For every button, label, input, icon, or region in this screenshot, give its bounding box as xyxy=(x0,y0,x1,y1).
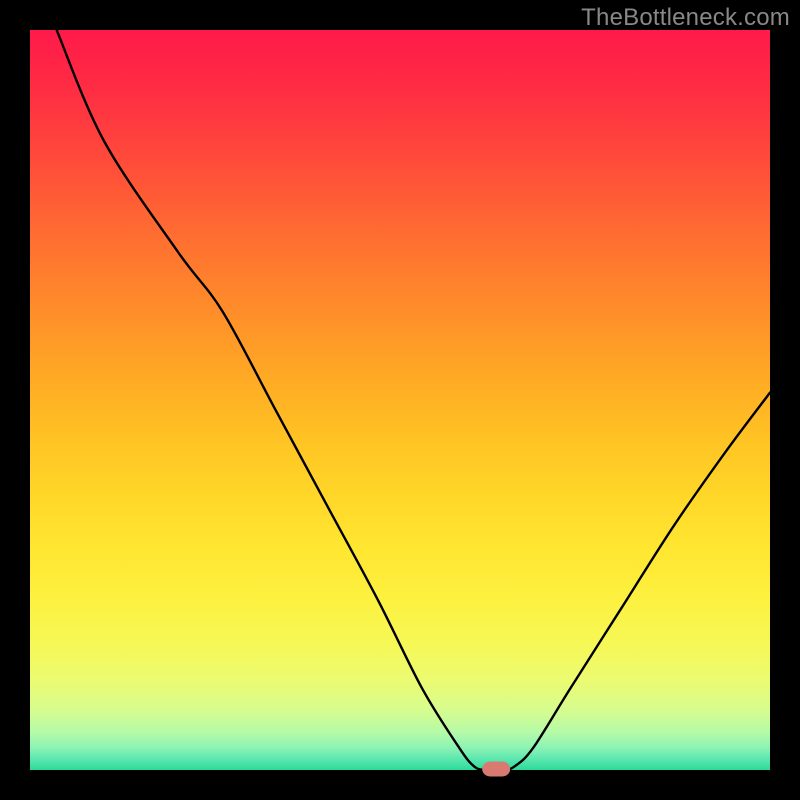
chart-root: { "watermark": "TheBottleneck.com", "cha… xyxy=(0,0,800,800)
bottleneck-chart xyxy=(0,0,800,800)
optimal-marker xyxy=(482,762,510,777)
watermark-text: TheBottleneck.com xyxy=(581,4,790,32)
plot-gradient-area xyxy=(30,30,770,770)
